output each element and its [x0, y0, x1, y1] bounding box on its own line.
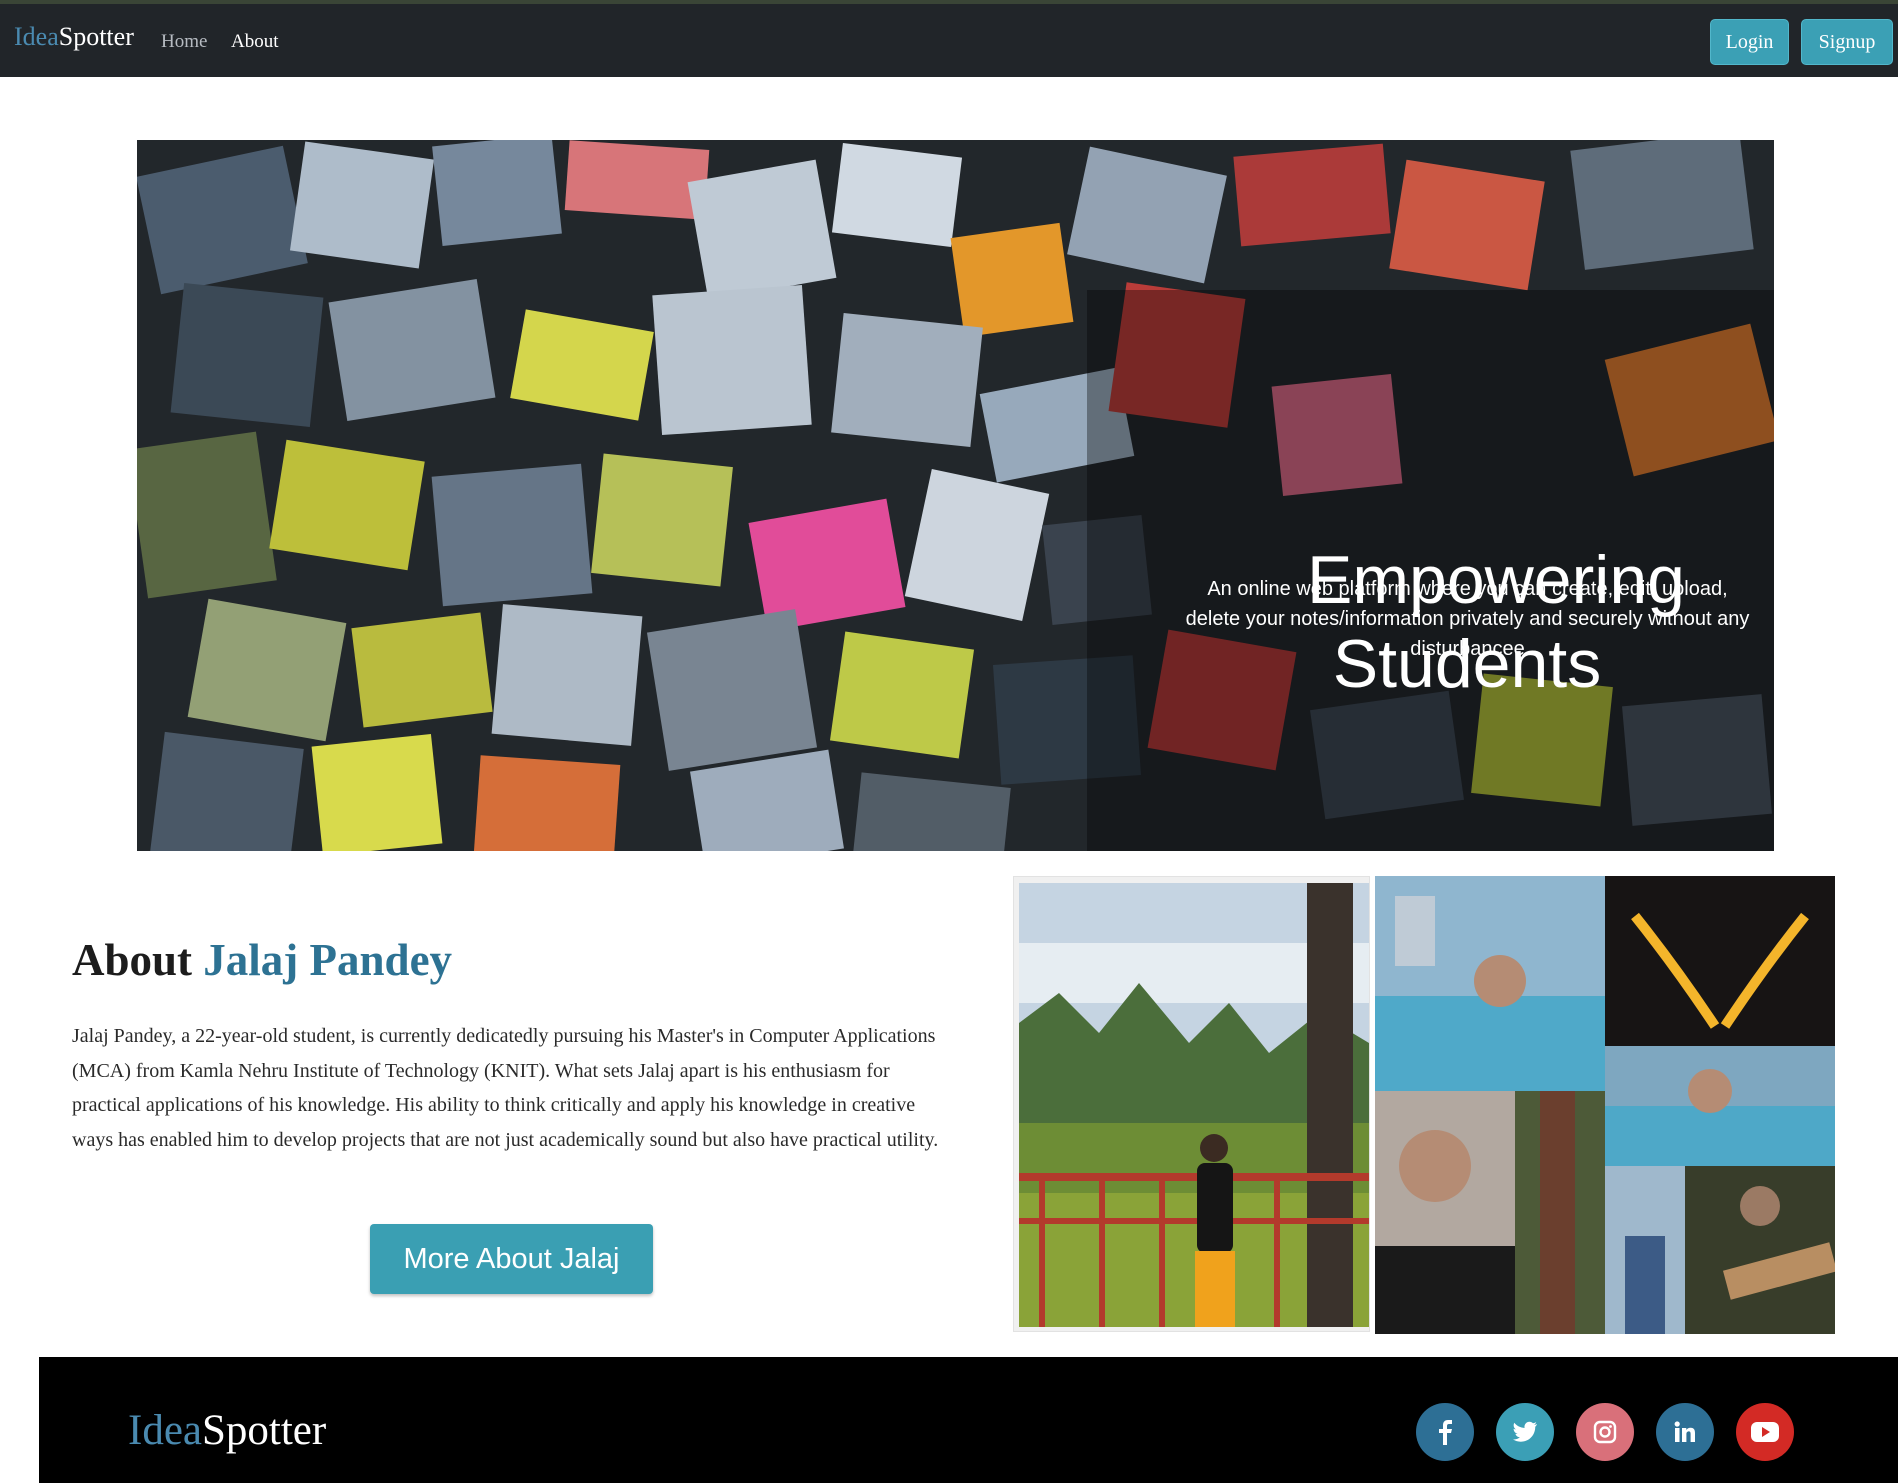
hero-subtitle: An online web platform where you can cre…	[1185, 578, 1750, 660]
linkedin-button[interactable]	[1656, 1403, 1714, 1461]
brand-spotter: Spotter	[58, 22, 134, 51]
signup-button[interactable]: Signup	[1801, 19, 1893, 65]
twitter-button[interactable]	[1496, 1403, 1554, 1461]
instagram-icon	[1593, 1420, 1617, 1444]
more-about-button[interactable]: More About Jalaj	[370, 1224, 653, 1294]
footer-brand-spotter: Spotter	[202, 1407, 327, 1454]
facebook-icon	[1439, 1420, 1452, 1445]
instagram-button[interactable]	[1576, 1403, 1634, 1461]
navbar-brand[interactable]: IdeaSpotter	[14, 24, 134, 50]
nav-link-about[interactable]: About	[231, 32, 279, 51]
login-button[interactable]: Login	[1710, 19, 1789, 65]
navbar: IdeaSpotter Home About Login Signup	[0, 4, 1898, 77]
footer-brand-idea: Idea	[128, 1407, 202, 1454]
about-heading-prefix: About	[72, 935, 193, 985]
forest-portrait-image	[1019, 883, 1369, 1327]
about-paragraph: Jalaj Pandey, a 22-year-old student, is …	[72, 1025, 939, 1151]
about-heading-name: Jalaj Pandey	[203, 935, 453, 985]
facebook-button[interactable]	[1416, 1403, 1474, 1461]
collage-image	[1375, 876, 1835, 1334]
hero-banner: Empowering Students	[137, 140, 1774, 851]
photo-collage	[1375, 876, 1835, 1334]
nav-link-home[interactable]: Home	[161, 32, 207, 51]
youtube-icon	[1751, 1422, 1779, 1442]
twitter-icon	[1513, 1421, 1537, 1442]
sticky-notes-background-image	[137, 140, 1774, 851]
about-heading: About Jalaj Pandey	[72, 938, 452, 983]
youtube-button[interactable]	[1736, 1403, 1794, 1461]
brand-idea: Idea	[14, 22, 59, 51]
linkedin-icon	[1674, 1421, 1695, 1442]
profile-photo	[1019, 883, 1369, 1327]
footer-brand[interactable]: IdeaSpotter	[128, 1409, 326, 1452]
